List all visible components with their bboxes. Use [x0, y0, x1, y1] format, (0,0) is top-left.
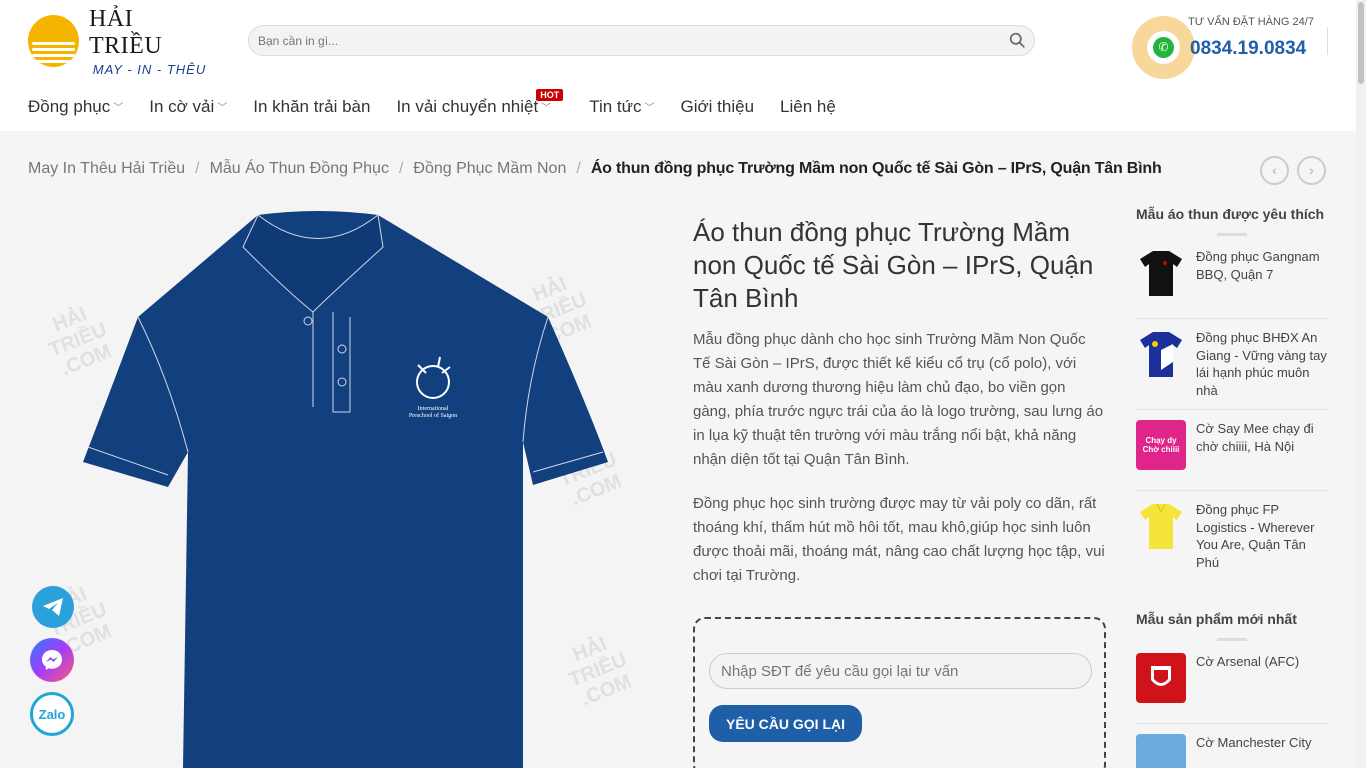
product-title: Áo thun đồng phục Trường Mầm non Quốc tế…: [693, 217, 1094, 313]
sidebar-product-item[interactable]: Cờ Manchester City: [1136, 734, 1328, 768]
main-nav: Đồng phục ﹀ In cờ vải ﹀ In khăn trải bàn…: [0, 82, 1356, 131]
product-thumbnail[interactable]: [1136, 734, 1186, 768]
sidebar-product-item[interactable]: Đồng phục FP Logistics - Wherever You Ar…: [1136, 501, 1328, 581]
callback-form: YÊU CẦU GỌI LẠI: [693, 617, 1106, 768]
hotline-number[interactable]: 0834.19.0834: [1190, 38, 1306, 60]
product-nav-arrows: ‹ ›: [1260, 156, 1334, 185]
nav-item-label: Giới thiệu: [680, 96, 755, 116]
polo-shirt-image: International Preschool of Saigon: [83, 211, 608, 768]
breadcrumb-current: Áo thun đồng phục Trường Mầm non Quốc tế…: [590, 160, 1162, 177]
sidebar-product-title[interactable]: Cờ Manchester City: [1196, 734, 1311, 768]
search-icon[interactable]: [1009, 32, 1026, 49]
telegram-icon[interactable]: [32, 586, 74, 628]
heading-divider: [1217, 638, 1247, 641]
hot-badge: HOT: [536, 88, 564, 101]
header-divider: [1327, 27, 1328, 55]
messenger-icon[interactable]: [30, 638, 74, 682]
chevron-down-icon: ﹀: [541, 103, 552, 114]
search-bar: [248, 25, 1035, 56]
thumb-text: Chạy dy Chờ chiiii: [1142, 436, 1180, 454]
sidebar-heading-newest: Mẫu sản phẩm mới nhất: [1136, 611, 1297, 627]
nav-item-lien-he[interactable]: Liên hệ: [780, 97, 836, 117]
breadcrumb: May In Thêu Hải Triều / Mẫu Áo Thun Đồng…: [28, 160, 1162, 178]
nav-item-tin-tuc[interactable]: Tin tức ﹀: [589, 97, 654, 117]
sidebar: Mẫu áo thun được yêu thích Đồng phục Gan…: [1136, 206, 1328, 768]
sidebar-product-title[interactable]: Cờ Arsenal (AFC): [1196, 653, 1299, 703]
breadcrumb-link[interactable]: Đồng Phục Mầm Non: [413, 160, 566, 178]
page-scrollbar[interactable]: [1356, 0, 1366, 768]
zalo-icon[interactable]: Zalo: [30, 692, 74, 736]
nav-item-in-co-vai[interactable]: In cờ vải ﹀: [149, 97, 227, 117]
product-image[interactable]: HẢITRIỀU.COM HẢITRIỀU.COM HẢITRIỀU.COM H…: [28, 207, 663, 768]
sidebar-product-item[interactable]: Chạy dy Chờ chiiii Cờ Say Mee chạy đi ch…: [1136, 420, 1328, 491]
svg-text:International: International: [418, 406, 449, 412]
logo-subtitle: MAY - IN - THÊU: [92, 61, 207, 77]
breadcrumb-link[interactable]: May In Thêu Hải Triều: [28, 160, 185, 178]
phone-icon[interactable]: ✆: [1132, 16, 1195, 79]
breadcrumb-separator: /: [576, 160, 581, 177]
nav-item-label: In cờ vải: [149, 96, 215, 116]
chevron-down-icon: ﹀: [217, 103, 228, 114]
hotline[interactable]: ✆ TƯ VẤN ĐẶT HÀNG 24/7 0834.19.0834: [1132, 16, 1332, 80]
chevron-down-icon: ﹀: [644, 103, 655, 114]
chevron-right-icon[interactable]: ›: [1297, 156, 1326, 185]
sidebar-product-title[interactable]: Đồng phục FP Logistics - Wherever You Ar…: [1196, 501, 1328, 571]
sidebar-product-title[interactable]: Đồng phục BHĐX An Giang - Vững vàng tay …: [1196, 329, 1328, 399]
product-thumbnail[interactable]: [1136, 248, 1186, 298]
nav-item-label: Tin tức: [589, 96, 642, 116]
logo-sun-icon: [28, 15, 79, 67]
chevron-down-icon: ﹀: [113, 103, 124, 114]
breadcrumb-separator: /: [398, 160, 404, 177]
nav-item-label: Liên hệ: [780, 96, 836, 116]
product-thumbnail[interactable]: [1136, 501, 1186, 551]
product-thumbnail[interactable]: [1136, 329, 1186, 379]
logo-title: HẢI TRIỀU: [89, 5, 163, 59]
sidebar-heading-favorites: Mẫu áo thun được yêu thích: [1136, 206, 1325, 222]
product-thumbnail[interactable]: [1136, 653, 1186, 703]
description-paragraph: Mẫu đồng phục dành cho học sinh Trường M…: [693, 331, 1104, 468]
header-top: HẢI TRIỀU MAY - IN - THÊU ✆ TƯ VẤN ĐẶT H…: [0, 0, 1356, 82]
site-logo[interactable]: HẢI TRIỀU MAY - IN - THÊU: [28, 6, 210, 77]
breadcrumb-separator: /: [195, 160, 200, 177]
product-thumbnail[interactable]: Chạy dy Chờ chiiii: [1136, 420, 1186, 470]
nav-item-label: Đồng phục: [28, 96, 111, 116]
nav-item-dong-phuc[interactable]: Đồng phục ﹀: [28, 97, 123, 117]
sidebar-product-item[interactable]: Đồng phục Gangnam BBQ, Quận 7: [1136, 248, 1328, 319]
nav-item-in-vai-chuyen-nhiet[interactable]: In vải chuyển nhiệt ﹀ HOT: [396, 88, 564, 117]
scrollbar-thumb[interactable]: [1358, 2, 1364, 84]
svg-text:Preschool of Saigon: Preschool of Saigon: [409, 412, 457, 419]
nav-item-label: In khăn trải bàn: [253, 96, 371, 116]
hotline-label: TƯ VẤN ĐẶT HÀNG 24/7: [1188, 16, 1314, 28]
product-description: Mẫu đồng phục dành cho học sinh Trường M…: [693, 328, 1105, 608]
sidebar-product-title[interactable]: Đồng phục Gangnam BBQ, Quận 7: [1196, 248, 1328, 298]
nav-item-in-khan-trai-ban[interactable]: In khăn trải bàn: [253, 97, 370, 117]
sidebar-product-item[interactable]: Đồng phục BHĐX An Giang - Vững vàng tay …: [1136, 329, 1328, 410]
sidebar-product-item[interactable]: Cờ Arsenal (AFC): [1136, 653, 1328, 724]
sidebar-product-title[interactable]: Cờ Say Mee chạy đi chờ chiiii, Hà Nội: [1196, 420, 1328, 470]
nav-item-label: In vải chuyển nhiệt: [396, 96, 539, 116]
heading-divider: [1217, 233, 1247, 236]
zalo-label: Zalo: [38, 706, 66, 722]
breadcrumb-link[interactable]: Mẫu Áo Thun Đồng Phục: [210, 160, 389, 178]
search-input[interactable]: [249, 26, 989, 55]
phone-input[interactable]: [709, 653, 1092, 689]
chevron-left-icon[interactable]: ‹: [1260, 156, 1289, 185]
description-paragraph: Đồng phục học sinh trường được may từ vả…: [693, 495, 1105, 584]
nav-item-gioi-thieu[interactable]: Giới thiệu: [681, 97, 755, 117]
callback-button[interactable]: YÊU CẦU GỌI LẠI: [709, 705, 862, 742]
